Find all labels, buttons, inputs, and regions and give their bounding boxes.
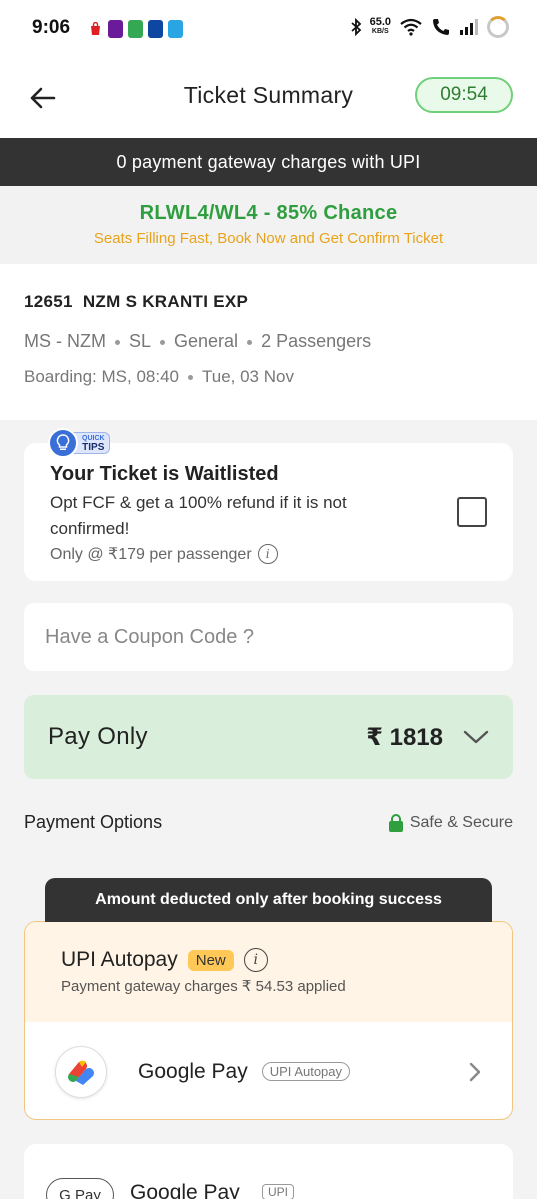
battery-icon bbox=[487, 16, 509, 38]
quick-tips-badge: QUICK TIPS bbox=[48, 428, 110, 458]
upi-tag: UPI bbox=[262, 1184, 295, 1199]
boarding-station-time: Boarding: MS, 08:40 bbox=[24, 367, 179, 386]
train-title: 12651 NZM S KRANTI EXP bbox=[24, 292, 513, 312]
app-notification-icon bbox=[148, 20, 163, 38]
payment-options-header: Payment Options Safe & Secure bbox=[24, 812, 513, 833]
google-pay-autopay-option[interactable]: Google Pay UPI Autopay bbox=[25, 1022, 512, 1119]
notification-icons bbox=[88, 20, 183, 38]
waitlist-status: RLWL4/WL4 - 85% Chance bbox=[139, 202, 398, 224]
lightbulb-icon bbox=[48, 428, 78, 458]
passenger-count: 2 Passengers bbox=[261, 331, 372, 351]
header: Ticket Summary 09:54 bbox=[0, 60, 537, 138]
wifi-icon bbox=[400, 18, 422, 36]
session-timer: 09:54 bbox=[415, 77, 513, 113]
pay-summary-toggle[interactable]: Pay Only ₹ 1818 bbox=[24, 695, 513, 779]
fcf-checkbox[interactable] bbox=[457, 497, 487, 527]
upi-autopay-title: UPI Autopay bbox=[61, 948, 178, 971]
google-pay-badge-icon: G Pay bbox=[46, 1178, 114, 1199]
google-pay-logo-icon bbox=[55, 1045, 107, 1098]
boarding-info: Boarding: MS, 08:40 Tue, 03 Nov bbox=[24, 367, 513, 387]
travel-class: SL bbox=[128, 331, 152, 351]
new-badge: New bbox=[187, 949, 234, 971]
journey-meta: MS - NZM SL General 2 Passengers bbox=[24, 331, 513, 352]
payment-options-title: Payment Options bbox=[24, 812, 163, 832]
upi-autopay-card: UPI Autopay New i Payment gateway charge… bbox=[24, 921, 513, 1120]
upi-autopay-tag: UPI Autopay bbox=[261, 1062, 351, 1081]
quota: General bbox=[174, 331, 239, 351]
pay-amount: ₹ 1818 bbox=[366, 723, 443, 751]
lock-icon bbox=[388, 813, 403, 832]
app-notification-icon bbox=[128, 20, 143, 38]
waitlist-chance: RLWL4/WL4 - 85% Chance Seats Filling Fas… bbox=[0, 186, 537, 264]
fcf-price: Only @ ₹179 per passenger i bbox=[50, 544, 487, 564]
net-speed: 65.0 KB/S bbox=[369, 16, 391, 36]
coupon-input[interactable] bbox=[45, 625, 465, 649]
chevron-down-icon bbox=[463, 730, 489, 744]
deduction-notice: Amount deducted only after booking succe… bbox=[45, 878, 492, 922]
status-bar: 9:06 65.0 KB/S bbox=[0, 0, 537, 60]
gateway-charges: Payment gateway charges ₹ 54.53 applied bbox=[61, 978, 346, 995]
wifi-call-icon bbox=[433, 19, 449, 35]
app-notification-icon bbox=[168, 20, 183, 38]
shopping-bag-icon bbox=[88, 20, 103, 38]
train-number: 12651 bbox=[24, 292, 73, 311]
urgency-message: Seats Filling Fast, Book Now and Get Con… bbox=[93, 230, 444, 247]
google-pay-upi-option[interactable]: G Pay Google Pay UPI bbox=[24, 1144, 513, 1199]
waitlist-title: Your Ticket is Waitlisted bbox=[50, 463, 279, 485]
info-icon[interactable]: i bbox=[243, 948, 268, 972]
journey-date: Tue, 03 Nov bbox=[201, 367, 294, 386]
coupon-card[interactable] bbox=[24, 603, 513, 671]
train-details: 12651 NZM S KRANTI EXP MS - NZM SL General… bbox=[0, 264, 537, 420]
pay-label: Pay Only bbox=[48, 723, 148, 750]
chevron-right-icon bbox=[469, 1062, 481, 1081]
upi-autopay-header: UPI Autopay New i Payment gateway charge… bbox=[25, 922, 512, 1022]
app-notification-icon bbox=[108, 20, 123, 38]
fcf-waitlist-card: QUICK TIPS Your Ticket is Waitlisted Opt… bbox=[24, 428, 513, 581]
upi-offer-banner: 0 payment gateway charges with UPI bbox=[0, 138, 537, 186]
payment-method-name: Google Pay bbox=[130, 1181, 240, 1199]
payment-method-name: Google Pay bbox=[138, 1059, 248, 1083]
safe-secure: Safe & Secure bbox=[388, 814, 513, 832]
status-right: 65.0 KB/S bbox=[350, 16, 509, 38]
signal-icon bbox=[460, 19, 478, 35]
route: MS - NZM bbox=[24, 331, 106, 351]
bluetooth-icon bbox=[350, 18, 361, 36]
train-name: NZM S KRANTI EXP bbox=[82, 292, 249, 311]
info-icon[interactable]: i bbox=[257, 544, 278, 564]
status-time: 9:06 bbox=[32, 17, 71, 38]
fcf-description: Opt FCF & get a 100% refund if it is not… bbox=[50, 493, 347, 538]
